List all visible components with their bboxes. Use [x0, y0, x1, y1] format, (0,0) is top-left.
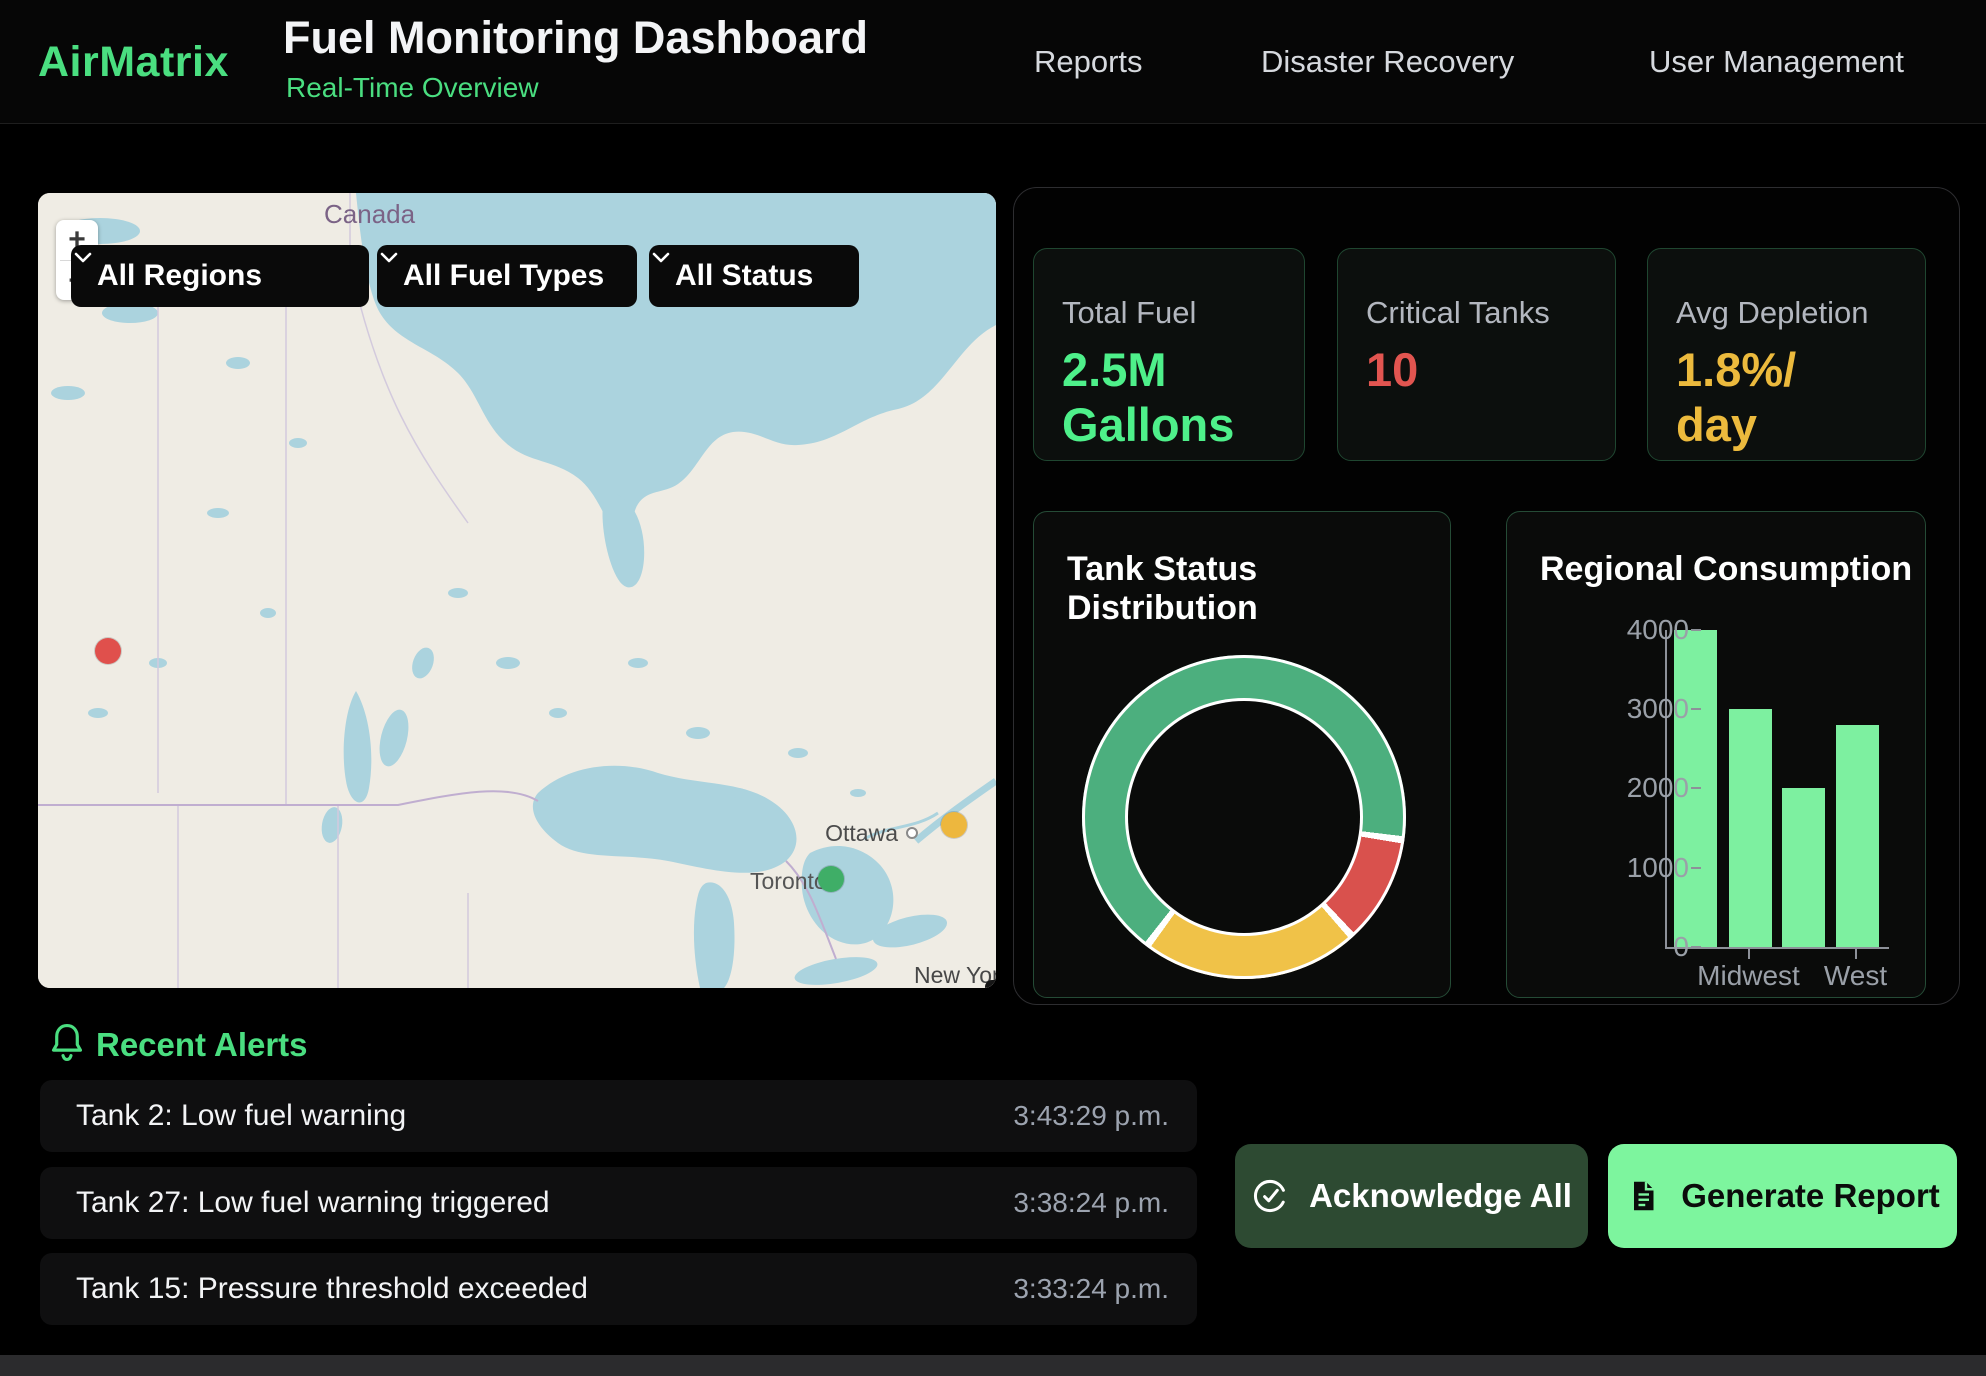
x-tick-label-midwest: Midwest — [1697, 960, 1800, 992]
page-subtitle: Real-Time Overview — [286, 72, 539, 104]
report-document-icon — [1625, 1178, 1661, 1214]
y-tick-label: 1000 — [1599, 852, 1689, 884]
stat-label: Total Fuel — [1062, 295, 1304, 331]
status-filter-dropdown[interactable]: All Status — [649, 245, 859, 307]
nav-item-user-management[interactable]: User Management — [1649, 44, 1904, 80]
alert-row: Tank 27: Low fuel warning triggered 3:38:… — [40, 1167, 1197, 1239]
fuel-type-filter-dropdown[interactable]: All Fuel Types — [377, 245, 637, 307]
alert-message: Tank 15: Pressure threshold exceeded — [76, 1272, 588, 1306]
stat-value: 10 — [1366, 343, 1615, 398]
x-tick-mark — [1748, 949, 1750, 959]
check-circle-icon — [1251, 1177, 1289, 1215]
map-marker-normal[interactable] — [818, 866, 844, 892]
chevron-down-icon — [71, 245, 95, 269]
alert-row: Tank 15: Pressure threshold exceeded 3:33… — [40, 1253, 1197, 1325]
page-title: Fuel Monitoring Dashboard — [283, 12, 868, 64]
y-tick-mark — [1691, 787, 1701, 789]
stat-label: Critical Tanks — [1366, 295, 1615, 331]
alert-timestamp: 3:33:24 p.m. — [1013, 1273, 1169, 1305]
stat-value: 1.8%/day — [1676, 343, 1925, 452]
alerts-section-title: Recent Alerts — [96, 1026, 308, 1064]
brand-logo: AirMatrix — [38, 38, 229, 87]
generate-report-button[interactable]: Generate Report — [1608, 1144, 1957, 1248]
y-tick-mark — [1691, 867, 1701, 869]
chevron-down-icon — [649, 245, 673, 269]
acknowledge-all-button[interactable]: Acknowledge All — [1235, 1144, 1588, 1248]
overview-panel: Total Fuel 2.5MGallons Critical Tanks 10 Avg… — [1013, 187, 1960, 1005]
region-filter-value: All Regions — [97, 259, 262, 293]
nav-item-reports[interactable]: Reports — [1034, 44, 1143, 80]
alert-message: Tank 27: Low fuel warning triggered — [76, 1186, 550, 1220]
map-marker-warning[interactable] — [941, 812, 967, 838]
stat-value: 2.5MGallons — [1062, 343, 1304, 452]
map-label-toronto: Toronto — [750, 868, 827, 894]
y-tick-mark — [1691, 629, 1701, 631]
map-label-canada: Canada — [324, 199, 416, 229]
bottom-strip — [0, 1355, 1986, 1376]
map-canvas: Canada Ottawa Toronto New York — [38, 193, 996, 988]
tank-status-donut-chart — [1082, 655, 1406, 979]
stat-card-total-fuel: Total Fuel 2.5MGallons — [1033, 248, 1305, 461]
tank-status-card: Tank Status Distribution — [1033, 511, 1451, 998]
ottawa-town-dot — [907, 828, 917, 838]
donut-hole — [1128, 701, 1360, 933]
alert-timestamp: 3:43:29 p.m. — [1013, 1100, 1169, 1132]
bar-chart-title: Regional Consumption — [1540, 550, 1912, 589]
bar-region-3 — [1782, 788, 1825, 947]
map-label-newyork: New York — [914, 962, 996, 988]
map-panel[interactable]: Canada Ottawa Toronto New York + − All R… — [38, 193, 996, 988]
alert-row: Tank 2: Low fuel warning 3:43:29 p.m. — [40, 1080, 1197, 1152]
bar-plot-area — [1665, 630, 1889, 949]
y-tick-mark — [1691, 708, 1701, 710]
acknowledge-all-label: Acknowledge All — [1309, 1177, 1572, 1215]
map-marker-critical[interactable] — [95, 638, 121, 664]
stat-card-avg-depletion: Avg Depletion 1.8%/day — [1647, 248, 1926, 461]
bar-west — [1836, 725, 1879, 947]
map-label-ottawa: Ottawa — [825, 820, 898, 846]
fuel-type-filter-value: All Fuel Types — [403, 259, 604, 293]
x-tick-mark — [1855, 949, 1857, 959]
region-filter-dropdown[interactable]: All Regions — [71, 245, 369, 307]
water-lake-michigan — [694, 882, 735, 988]
app-header: AirMatrix Fuel Monitoring Dashboard Real… — [0, 0, 1986, 124]
alert-timestamp: 3:38:24 p.m. — [1013, 1187, 1169, 1219]
bar-midwest — [1729, 709, 1772, 947]
y-tick-label: 2000 — [1599, 772, 1689, 804]
nav-item-disaster-recovery[interactable]: Disaster Recovery — [1261, 44, 1514, 80]
y-tick-mark — [1691, 946, 1701, 948]
chevron-down-icon — [377, 245, 401, 269]
y-tick-label: 4000 — [1599, 614, 1689, 646]
drag-grip-icon[interactable]: ⠿ — [985, 980, 996, 988]
stat-card-critical-tanks: Critical Tanks 10 — [1337, 248, 1616, 461]
status-filter-value: All Status — [675, 259, 813, 293]
generate-report-label: Generate Report — [1681, 1177, 1940, 1215]
regional-consumption-card: Regional Consumption 0 1000 2000 3000 4000 M… — [1506, 511, 1926, 998]
alert-message: Tank 2: Low fuel warning — [76, 1099, 406, 1133]
y-tick-label: 3000 — [1599, 693, 1689, 725]
stat-label: Avg Depletion — [1676, 295, 1925, 331]
x-tick-label-west: West — [1824, 960, 1887, 992]
donut-chart-title: Tank Status Distribution — [1067, 550, 1450, 628]
y-tick-label: 0 — [1599, 931, 1689, 963]
bell-icon — [48, 1022, 86, 1064]
